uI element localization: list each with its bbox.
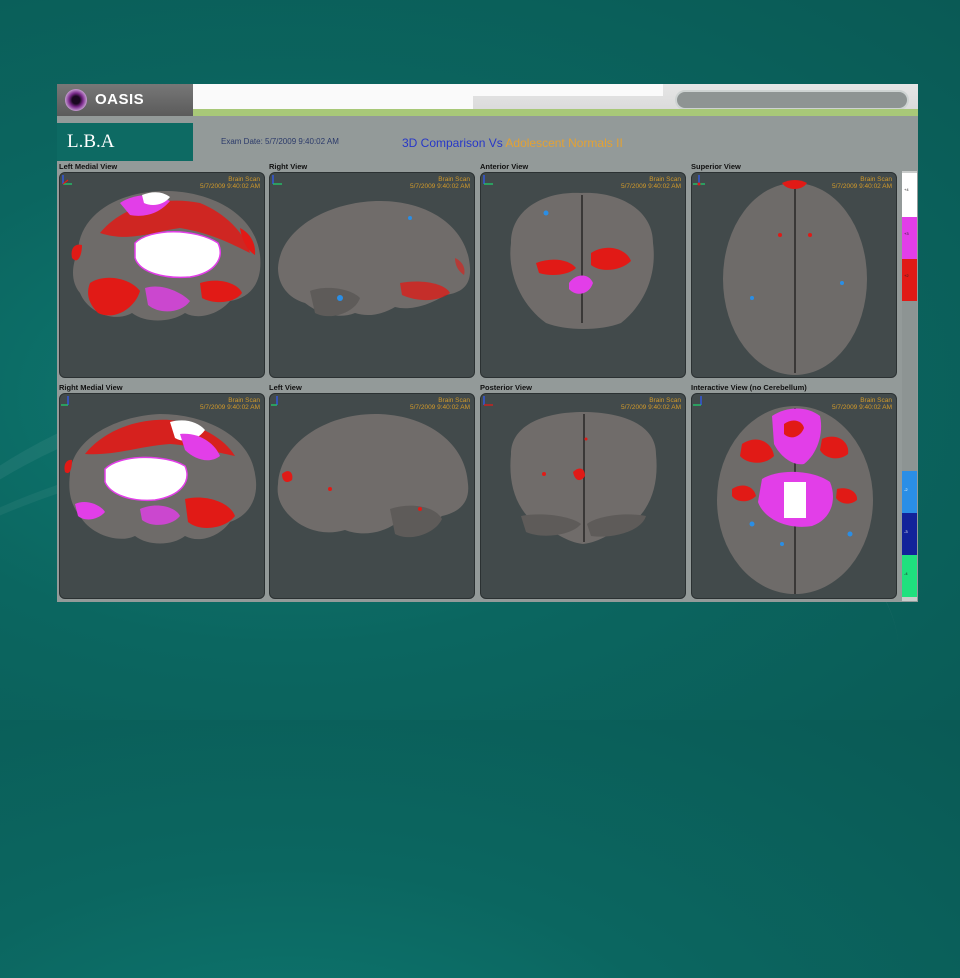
view-label-superior: Superior View bbox=[691, 162, 741, 171]
view-label-anterior: Anterior View bbox=[480, 162, 529, 171]
logo-swirl-icon bbox=[65, 89, 87, 111]
brain-render-interactive bbox=[717, 406, 873, 594]
panel-right-view[interactable]: Brain Scan 5/7/2009 9:40:02 AM bbox=[269, 172, 475, 378]
legend-swatch bbox=[902, 217, 917, 259]
orientation-axes-icon bbox=[271, 396, 278, 406]
legend-swatch bbox=[902, 301, 917, 471]
legend-swatch bbox=[902, 513, 917, 555]
panel-interactive-view[interactable]: Brain Scan 5/7/2009 9:40:02 AM bbox=[691, 393, 897, 599]
title-prefix: 3D Comparison Vs bbox=[402, 136, 503, 150]
view-label-right: Right View bbox=[269, 162, 308, 171]
legend-swatch bbox=[902, 259, 917, 301]
toolbar-tab bbox=[473, 84, 663, 96]
brain-render-right-medial bbox=[64, 414, 257, 544]
legend-label: +2 bbox=[904, 273, 909, 278]
scan-stamp: Brain Scan 5/7/2009 9:40:02 AM bbox=[200, 397, 260, 411]
view-label-right-medial: Right Medial View bbox=[59, 383, 123, 392]
panel-superior-view[interactable]: Brain Scan 5/7/2009 9:40:02 AM bbox=[691, 172, 897, 378]
legend-swatch bbox=[902, 471, 917, 513]
brain-render-left bbox=[277, 414, 469, 538]
panel-left-medial-view[interactable]: Brain Scan 5/7/2009 9:40:02 AM bbox=[59, 172, 265, 378]
color-scale-legend: +4 +3 +2 -2 -3 -4 bbox=[902, 171, 917, 601]
brain-render-superior bbox=[723, 180, 867, 375]
legend-label: -3 bbox=[904, 529, 908, 534]
search-field[interactable] bbox=[675, 90, 909, 110]
legend-label: +4 bbox=[904, 187, 909, 192]
legend-label: -2 bbox=[904, 487, 908, 492]
brain-render-left-medial bbox=[71, 191, 261, 321]
orientation-axes-icon bbox=[483, 175, 493, 185]
view-label-posterior: Posterior View bbox=[480, 383, 532, 392]
orientation-axes-icon bbox=[483, 396, 493, 406]
title-suffix: Adolescent Normals II bbox=[505, 136, 623, 150]
orientation-axes-icon bbox=[693, 175, 705, 186]
panel-posterior-view[interactable]: Brain Scan 5/7/2009 9:40:02 AM bbox=[480, 393, 686, 599]
legend-swatch bbox=[902, 555, 917, 597]
subject-label: L.B.A bbox=[57, 123, 193, 161]
scan-stamp: Brain Scan 5/7/2009 9:40:02 AM bbox=[832, 176, 892, 190]
oasis-app-window: OASIS L.B.A Exam Date: 5/7/2009 9:40:02 … bbox=[57, 84, 918, 602]
logo-text: OASIS bbox=[95, 91, 145, 108]
view-label-left-medial: Left Medial View bbox=[59, 162, 118, 171]
legend-swatch bbox=[902, 173, 917, 217]
orientation-axes-icon bbox=[62, 175, 72, 185]
panel-left-view[interactable]: Brain Scan 5/7/2009 9:40:02 AM bbox=[269, 393, 475, 599]
legend-label: -4 bbox=[904, 571, 908, 576]
exam-date: Exam Date: 5/7/2009 9:40:02 AM bbox=[221, 137, 339, 146]
scan-stamp: Brain Scan 5/7/2009 9:40:02 AM bbox=[200, 176, 260, 190]
orientation-axes-icon bbox=[693, 396, 702, 406]
orientation-axes-icon bbox=[61, 396, 69, 406]
scan-stamp: Brain Scan 5/7/2009 9:40:02 AM bbox=[621, 176, 681, 190]
comparison-title: 3D Comparison Vs Adolescent Normals II bbox=[402, 136, 623, 150]
oasis-logo: OASIS bbox=[57, 84, 193, 116]
brain-render-anterior bbox=[510, 192, 654, 329]
scan-stamp: Brain Scan 5/7/2009 9:40:02 AM bbox=[410, 176, 470, 190]
orientation-axes-icon bbox=[272, 175, 282, 185]
legend-label: +3 bbox=[904, 231, 909, 236]
panel-right-medial-view[interactable]: Brain Scan 5/7/2009 9:40:02 AM bbox=[59, 393, 265, 599]
scan-stamp: Brain Scan 5/7/2009 9:40:02 AM bbox=[832, 397, 892, 411]
scan-stamp: Brain Scan 5/7/2009 9:40:02 AM bbox=[410, 397, 470, 411]
accent-bar bbox=[193, 109, 918, 116]
brain-render-posterior bbox=[510, 412, 657, 544]
panel-anterior-view[interactable]: Brain Scan 5/7/2009 9:40:02 AM bbox=[480, 172, 686, 378]
scan-stamp: Brain Scan 5/7/2009 9:40:02 AM bbox=[621, 397, 681, 411]
brain-render-right bbox=[278, 201, 471, 317]
view-label-interactive: Interactive View (no Cerebellum) bbox=[691, 383, 807, 392]
view-label-left: Left View bbox=[269, 383, 302, 392]
